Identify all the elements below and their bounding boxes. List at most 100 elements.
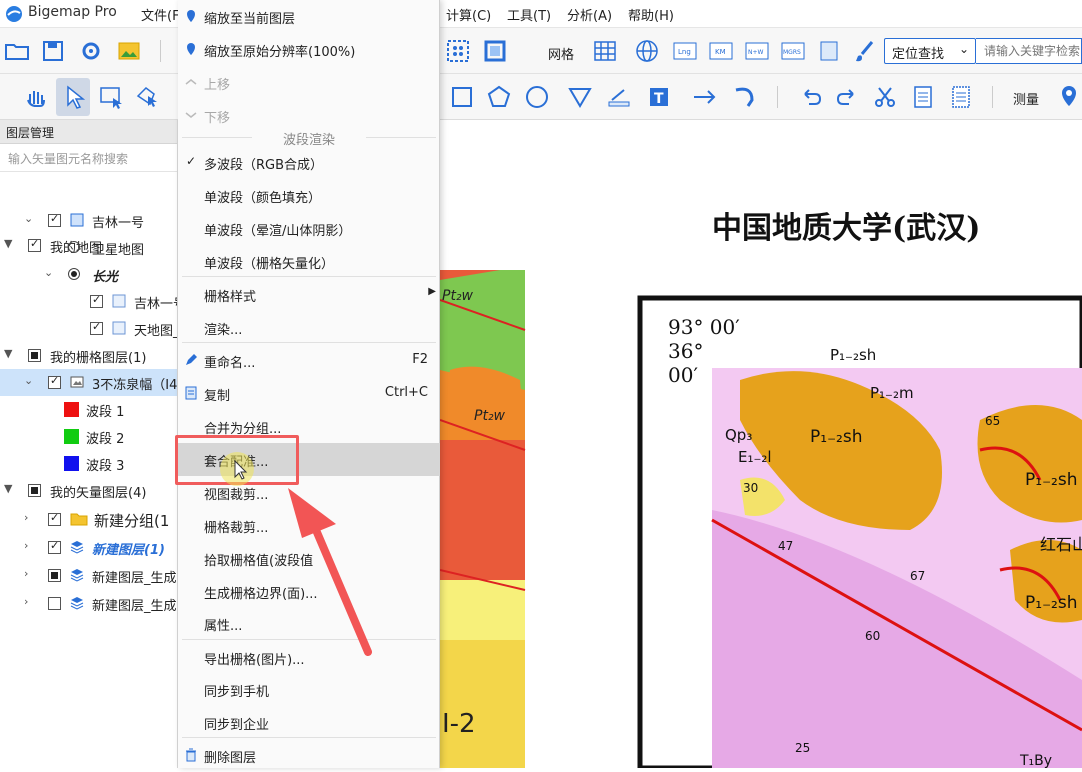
menu-single-fill[interactable]: 单波段（颜色填充）: [178, 179, 440, 212]
grid-label[interactable]: 网格: [548, 44, 574, 63]
lng-grid-button[interactable]: Lng: [670, 36, 700, 66]
tree-item-raster-group[interactable]: ▼ 我的栅格图层(1): [0, 342, 177, 369]
document-button[interactable]: [908, 82, 938, 112]
menu-sync-phone[interactable]: 同步到手机: [178, 673, 440, 706]
tree-item-jilin1[interactable]: ⌄ 吉林一号: [0, 207, 177, 234]
menu-move-up[interactable]: 上移: [178, 66, 440, 99]
map-canvas[interactable]: Pt₂w Pt₂w I-2 中国地质大学(武汉) 93° 00′ 36° 00′…: [440, 120, 1082, 768]
select-button[interactable]: [56, 78, 90, 116]
menu-copy[interactable]: 复制 Ctrl+C: [178, 377, 440, 410]
save-button[interactable]: [38, 36, 68, 66]
menu-move-down[interactable]: 下移: [178, 99, 440, 132]
menu-sync-company[interactable]: 同步到企业: [178, 706, 440, 739]
draw-arrow-button[interactable]: [690, 82, 720, 112]
redo-button[interactable]: [832, 82, 862, 112]
menu-single-vector[interactable]: 单波段（栅格矢量化）: [178, 245, 440, 278]
grid-button[interactable]: [590, 36, 620, 66]
menu-rename[interactable]: 重命名... F2: [178, 344, 440, 377]
menu-multi-band[interactable]: ✓ 多波段（RGB合成）: [178, 146, 440, 179]
pan-button[interactable]: [20, 82, 50, 112]
checkbox[interactable]: [48, 597, 61, 610]
menu-single-hillshade[interactable]: 单波段（晕渲/山体阴影）: [178, 212, 440, 245]
tree-item-raster-layer[interactable]: ⌄ 3不冻泉幅（I4: [0, 369, 177, 396]
draw-sector-button[interactable]: [565, 82, 595, 112]
settings-button[interactable]: [76, 36, 106, 66]
dots-frame-button[interactable]: [443, 36, 473, 66]
tree-item-jilin-sub[interactable]: 吉林一号: [0, 288, 177, 315]
chevron-right-icon[interactable]: ›: [24, 567, 28, 580]
checkbox[interactable]: [48, 569, 61, 582]
tree-item-new-layer[interactable]: › 新建图层(1): [0, 534, 177, 561]
checkbox[interactable]: [90, 320, 103, 335]
checkbox[interactable]: [48, 539, 61, 554]
chevron-right-icon[interactable]: ›: [24, 511, 28, 524]
tree-item-vector-group[interactable]: ▼ 我的矢量图层(4): [0, 477, 177, 504]
draw-text-button[interactable]: T: [644, 82, 674, 112]
draw-ruler-button[interactable]: [604, 82, 634, 112]
draw-curve-button[interactable]: [730, 82, 760, 112]
toolbar-separator: [992, 86, 993, 108]
menu-analysis[interactable]: 分析(A): [567, 5, 612, 24]
chevron-down-icon[interactable]: ⌄: [24, 374, 33, 387]
chevron-down-icon[interactable]: ⌄: [24, 212, 33, 225]
draw-rectangle-button[interactable]: [447, 82, 477, 112]
menu-zoom-original[interactable]: 缩放至原始分辨率(100%): [178, 33, 440, 66]
menu-delete-layer[interactable]: 删除图层: [178, 739, 440, 772]
undo-button[interactable]: [796, 82, 826, 112]
tree-item-band-1[interactable]: 波段 1: [0, 396, 177, 423]
km-grid-button[interactable]: KM: [706, 36, 736, 66]
tree-item-tianditu[interactable]: 天地图_: [0, 315, 177, 342]
checkbox[interactable]: [28, 484, 41, 497]
image-button[interactable]: [114, 36, 144, 66]
menu-zoom-current[interactable]: 缩放至当前图层: [178, 0, 440, 33]
menu-file[interactable]: 文件(F: [141, 5, 180, 24]
chevron-down-icon[interactable]: ▼: [4, 347, 12, 360]
polygon-select-button[interactable]: [132, 82, 162, 112]
menu-help[interactable]: 帮助(H): [628, 5, 674, 24]
checkbox[interactable]: [28, 349, 41, 362]
tree-item-band-3[interactable]: 波段 3: [0, 450, 177, 477]
chevron-down-icon[interactable]: ▼: [4, 482, 12, 495]
brush-button[interactable]: [850, 36, 880, 66]
locate-dropdown[interactable]: 定位查找 ⌄: [884, 38, 976, 64]
checkbox[interactable]: [48, 511, 61, 526]
tree-item-gen-layer-2[interactable]: › 新建图层_生成: [0, 590, 177, 617]
tree-item-changguang[interactable]: ⌄ 长光: [0, 261, 177, 288]
chevron-right-icon[interactable]: ›: [24, 595, 28, 608]
file-tool-button[interactable]: [814, 36, 844, 66]
tree-item-new-group[interactable]: › 新建分组(1: [0, 506, 177, 533]
measure-label[interactable]: 测量: [1013, 89, 1039, 108]
menu-raster-style[interactable]: 栅格样式 ▶: [178, 278, 440, 311]
globe-button[interactable]: [632, 36, 662, 66]
grid-icon: [594, 41, 616, 61]
nw-grid-button[interactable]: N+W: [742, 36, 772, 66]
map-title: 中国地质大学(武汉): [712, 211, 980, 246]
tree-item-label: 我的矢量图层(4): [50, 486, 147, 501]
checkbox[interactable]: [48, 212, 61, 227]
checkbox[interactable]: [48, 374, 61, 389]
box-select-button[interactable]: [96, 82, 126, 112]
location-button[interactable]: [1056, 82, 1082, 112]
chevron-down-icon[interactable]: ⌄: [44, 266, 53, 279]
tree-item-satellite[interactable]: 卫星地图: [0, 234, 177, 261]
tree-item-gen-layer-1[interactable]: › 新建图层_生成: [0, 562, 177, 589]
draw-pentagon-button[interactable]: [484, 82, 514, 112]
tree-item-band-2[interactable]: 波段 2: [0, 423, 177, 450]
cut-button[interactable]: [870, 82, 900, 112]
mgrs-grid-button[interactable]: MGRS: [778, 36, 808, 66]
open-folder-button[interactable]: [2, 36, 32, 66]
menu-render[interactable]: 渲染...: [178, 311, 440, 344]
frame-select-button[interactable]: [480, 36, 510, 66]
draw-circle-button[interactable]: [522, 82, 552, 112]
menu-calc[interactable]: 计算(C): [446, 5, 491, 24]
list-button[interactable]: [946, 82, 976, 112]
layer-search-input[interactable]: 输入矢量图元名称搜索: [0, 144, 177, 172]
chevron-right-icon[interactable]: ›: [24, 539, 28, 552]
checkbox[interactable]: [90, 293, 103, 308]
tree-item-label: 卫星地图: [92, 243, 145, 258]
search-input[interactable]: [976, 38, 1082, 64]
toolbar-separator: [160, 40, 161, 62]
radio-button[interactable]: [68, 268, 80, 280]
radio-button[interactable]: [68, 241, 80, 253]
menu-tools[interactable]: 工具(T): [507, 5, 551, 24]
